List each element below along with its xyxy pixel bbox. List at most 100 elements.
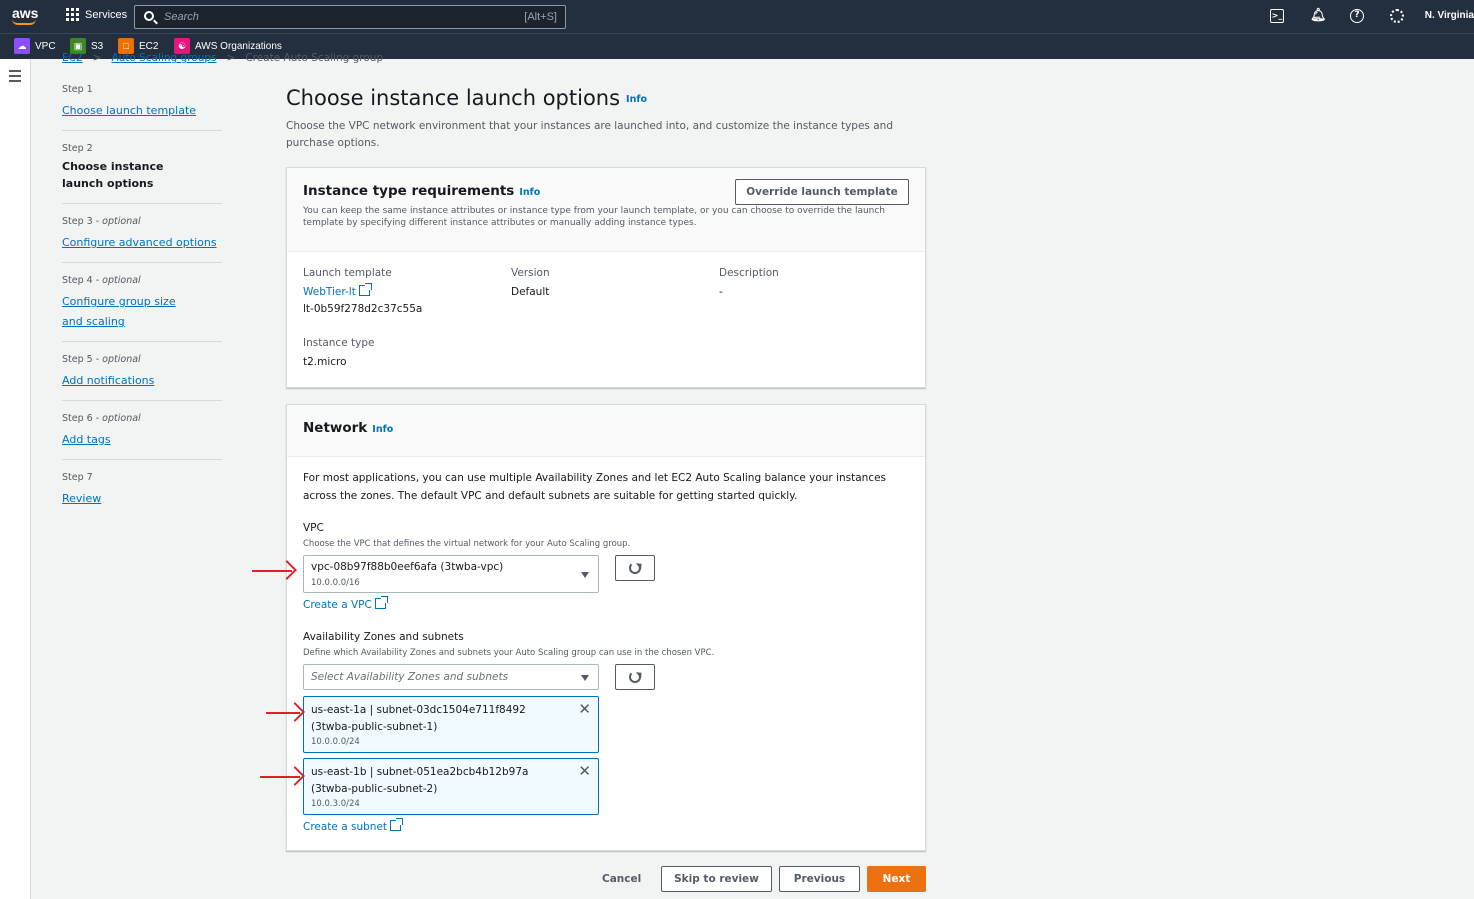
gear-icon[interactable]: [1390, 9, 1404, 23]
step-label: Step 5 -: [62, 354, 103, 365]
network-panel-title-text: Network: [303, 420, 368, 436]
aws-logo[interactable]: aws: [12, 6, 40, 28]
az-refresh-button[interactable]: [615, 664, 655, 690]
breadcrumb-current: Create Auto Scaling group: [245, 52, 384, 64]
favorite-label: S3: [91, 40, 104, 52]
services-label: Services: [85, 8, 128, 21]
menu-icon[interactable]: [9, 70, 21, 85]
step-1: Step 1 Choose launch template: [62, 84, 222, 131]
instance-panel-title-text: Instance type requirements: [303, 183, 515, 199]
vpc-description: Choose the VPC that defines the virtual …: [303, 539, 631, 549]
step-current-title: Choose instance launch options: [62, 160, 164, 190]
step-5: Step 5 - optional Add notifications: [62, 354, 222, 401]
instance-panel-description: You can keep the same instance attribute…: [303, 206, 886, 228]
step-optional: optional: [102, 413, 141, 424]
previous-button[interactable]: Previous: [779, 866, 860, 892]
step-7: Step 7 Review: [62, 472, 222, 518]
help-icon[interactable]: ?: [1350, 9, 1364, 23]
step-4: Step 4 - optional Configure group size a…: [62, 275, 222, 342]
step-link-configure-group-size[interactable]: Configure group size and scaling: [62, 295, 176, 328]
step-label: Step 3 -: [62, 216, 103, 227]
close-icon[interactable]: ✕: [578, 764, 591, 779]
cloudshell-icon[interactable]: >_: [1270, 9, 1284, 23]
annotation-arrow: [266, 712, 300, 714]
step-link-add-tags[interactable]: Add tags: [62, 433, 111, 446]
breadcrumb-auto-scaling-groups[interactable]: Auto Scaling groups: [111, 52, 216, 64]
cancel-button[interactable]: Cancel: [602, 873, 641, 885]
instance-type-panel: Instance type requirements Info You can k…: [286, 167, 926, 388]
subnet-cidr: 10.0.3.0/24: [311, 799, 360, 809]
step-label: Step 6 -: [62, 413, 103, 424]
network-panel-header: Network Info: [287, 405, 925, 457]
annotation-arrow: [252, 570, 292, 572]
launch-template-field: Launch template WebTier-lt lt-0b59f278d2…: [303, 267, 422, 318]
wizard-steps: Step 1 Choose launch template Step 2 Cho…: [62, 84, 222, 530]
close-icon[interactable]: ✕: [578, 702, 591, 717]
favorite-vpc[interactable]: ☁ VPC: [14, 38, 56, 54]
step-2: Step 2 Choose instance launch options: [62, 143, 222, 204]
network-panel: Network Info For most applications, you c…: [286, 404, 926, 851]
az-label: Availability Zones and subnets: [303, 631, 464, 643]
instance-panel-header: Instance type requirements Info You can k…: [287, 168, 925, 252]
az-description: Define which Availability Zones and subn…: [303, 648, 715, 658]
page-info-link[interactable]: Info: [626, 94, 647, 105]
search-input[interactable]: Search [Alt+S]: [134, 5, 566, 29]
launch-template-label: Launch template: [303, 267, 392, 279]
step-link-review[interactable]: Review: [62, 492, 101, 505]
step-label: Step 2: [62, 143, 93, 154]
override-launch-template-button[interactable]: Override launch template: [735, 179, 909, 205]
network-panel-title: Network Info: [303, 420, 909, 436]
step-optional: optional: [102, 275, 141, 286]
bell-icon[interactable]: 🔔︎: [1310, 9, 1327, 23]
external-link-icon: [358, 283, 372, 296]
search-placeholder: Search: [164, 11, 199, 23]
subnet-cidr: 10.0.0.0/24: [311, 737, 360, 747]
step-6: Step 6 - optional Add tags: [62, 413, 222, 460]
page-subtitle: Choose the VPC network environment that …: [286, 120, 893, 149]
next-button[interactable]: Next: [867, 866, 926, 892]
subnet-token: us-east-1b | subnet-051ea2bcb4b12b97a (3…: [303, 758, 599, 815]
vpc-select[interactable]: vpc-08b97f88b0eef6afa (3twba-vpc) 10.0.0…: [303, 555, 599, 593]
create-vpc-link[interactable]: Create a VPC: [303, 596, 388, 611]
page-title: Choose instance launch options Info: [286, 86, 647, 110]
launch-template-link[interactable]: WebTier-lt: [303, 286, 356, 298]
region-selector[interactable]: N. Virginia: [1425, 10, 1474, 21]
instance-info-link[interactable]: Info: [519, 187, 540, 198]
step-link-add-notifications[interactable]: Add notifications: [62, 374, 154, 387]
vpc-label: VPC: [303, 522, 324, 534]
step-link-choose-launch-template[interactable]: Choose launch template: [62, 104, 196, 117]
version-field: Version Default: [511, 267, 550, 301]
network-intro: For most applications, you can use multi…: [303, 472, 887, 502]
az-subnets-select[interactable]: Select Availability Zones and subnets: [303, 664, 599, 690]
instance-type-label: Instance type: [303, 337, 375, 349]
breadcrumb-ec2[interactable]: EC2: [62, 52, 83, 64]
favorite-label: EC2: [139, 40, 159, 52]
side-navigation-rail: [0, 59, 31, 899]
services-menu-button[interactable]: Services: [66, 8, 127, 21]
caret-down-icon: [581, 572, 589, 578]
chevron-right-icon: >: [226, 52, 236, 64]
favorite-label: AWS Organizations: [195, 40, 282, 52]
vpc-icon: ☁: [14, 38, 30, 54]
instance-type-field: Instance type t2.micro: [303, 337, 374, 371]
search-shortcut: [Alt+S]: [524, 11, 557, 23]
network-info-link[interactable]: Info: [372, 424, 393, 435]
step-3: Step 3 - optional Configure advanced opt…: [62, 216, 222, 263]
vpc-cidr: 10.0.0.0/16: [311, 578, 360, 588]
vpc-refresh-button[interactable]: [615, 555, 655, 581]
external-link-icon: [374, 596, 388, 609]
step-optional: optional: [102, 216, 141, 227]
create-vpc-label: Create a VPC: [303, 599, 372, 611]
version-label: Version: [511, 267, 550, 279]
az-placeholder: Select Availability Zones and subnets: [311, 671, 509, 683]
create-subnet-link[interactable]: Create a subnet: [303, 818, 404, 833]
launch-template-id: lt-0b59f278d2c37c55a: [303, 303, 423, 315]
step-link-configure-advanced-options[interactable]: Configure advanced options: [62, 236, 217, 249]
description-label: Description: [719, 267, 779, 279]
version-value: Default: [511, 286, 550, 298]
refresh-icon: [629, 562, 641, 574]
create-subnet-label: Create a subnet: [303, 821, 388, 833]
description-field: Description -: [719, 267, 779, 301]
step-label: Step 7: [62, 472, 93, 483]
skip-to-review-button[interactable]: Skip to review: [661, 866, 772, 892]
